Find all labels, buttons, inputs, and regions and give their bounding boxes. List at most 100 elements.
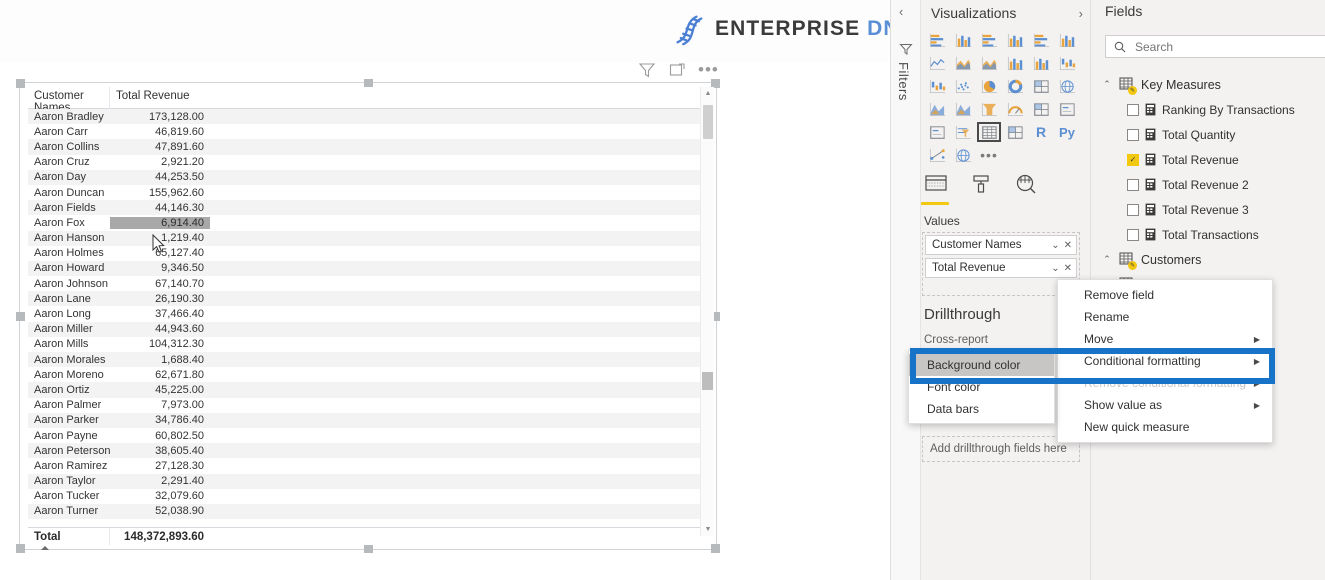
cell-customer-name[interactable]: Aaron Ramirez — [28, 460, 110, 472]
chevron-up-icon[interactable]: ⌃ — [1101, 79, 1113, 90]
cell-customer-name[interactable]: Aaron Miller — [28, 323, 110, 335]
cell-total-revenue[interactable]: 2,921.20 — [110, 156, 210, 168]
line-chart-icon[interactable] — [925, 53, 949, 73]
table-row[interactable]: Aaron Holmes 65,127.40 — [28, 246, 703, 261]
scrollbar-thumb[interactable] — [703, 105, 713, 139]
field-item-total-transactions[interactable]: Total Transactions — [1091, 222, 1325, 247]
remove-field-icon[interactable]: ✕ — [1064, 240, 1072, 251]
waterfall-chart-icon[interactable] — [925, 76, 949, 96]
100-stacked-column-chart-icon[interactable] — [1055, 30, 1079, 50]
submenu-item-font-color[interactable]: Font color — [909, 376, 1054, 398]
visualization-type-grid[interactable]: R Py ••• — [922, 30, 1080, 167]
cell-total-revenue[interactable]: 47,891.60 — [110, 141, 210, 153]
fields-tab[interactable] — [921, 174, 949, 205]
table-body[interactable]: Aaron Bradley 173,128.00 Aaron Carr 46,819.… — [28, 109, 703, 527]
stacked-column-chart-icon[interactable] — [951, 30, 975, 50]
cell-customer-name[interactable]: Aaron Taylor — [28, 475, 110, 487]
cell-total-revenue[interactable]: 62,671.80 — [110, 369, 210, 381]
value-field-chip[interactable]: Total Revenue ⌄ ✕ — [925, 258, 1077, 278]
table-row[interactable]: Aaron Ortiz 45,225.00 — [28, 382, 703, 398]
cell-customer-name[interactable]: Aaron Fox — [28, 217, 110, 229]
decomposition-tree-icon[interactable] — [925, 145, 949, 165]
filled-map-icon[interactable] — [925, 99, 949, 119]
treemap-icon[interactable] — [1029, 76, 1053, 96]
field-group-key-measures[interactable]: ⌃ ✎ Key Measures — [1091, 72, 1325, 97]
scroll-up-arrow-icon[interactable]: ▲ — [701, 87, 715, 100]
table-visual[interactable]: Customer Names Total Revenue Aaron Bradl… — [16, 79, 720, 553]
menu-item-rename[interactable]: Rename — [1058, 306, 1272, 328]
cell-total-revenue[interactable]: 65,127.40 — [110, 247, 210, 259]
cell-customer-name[interactable]: Aaron Hanson — [28, 232, 110, 244]
checkbox-icon[interactable] — [1127, 203, 1139, 216]
table-row[interactable]: Aaron Howard 9,346.50 — [28, 260, 703, 277]
resize-handle-top-left[interactable] — [16, 79, 25, 88]
gauge-chart-icon[interactable] — [1003, 99, 1027, 119]
table-row[interactable]: Aaron Taylor 2,291.40 — [28, 473, 703, 489]
table-row[interactable]: Aaron Peterson 38,605.40 — [28, 443, 703, 459]
cell-total-revenue[interactable]: 46,819.60 — [110, 126, 210, 138]
cell-customer-name[interactable]: Aaron Peterson — [28, 445, 110, 457]
funnel-chart-icon[interactable] — [977, 99, 1001, 119]
menu-item-remove-conditional-formatting[interactable]: Remove conditional formatting ▶ — [1058, 372, 1272, 394]
cell-customer-name[interactable]: Aaron Long — [28, 308, 110, 320]
checkbox-icon[interactable] — [1127, 103, 1139, 116]
cell-total-revenue[interactable]: 26,190.30 — [110, 293, 210, 305]
table-row[interactable]: Aaron Turner 52,038.90 — [28, 503, 703, 520]
cell-total-revenue[interactable]: 1,688.40 — [110, 354, 210, 366]
cell-total-revenue[interactable]: 34,786.40 — [110, 414, 210, 426]
menu-item-new-quick-measure[interactable]: New quick measure — [1058, 416, 1272, 438]
stacked-bar-chart-icon[interactable] — [925, 30, 949, 50]
globe-map-icon[interactable] — [951, 145, 975, 165]
table-row[interactable]: Aaron Carr 46,819.60 — [28, 124, 703, 139]
table-row[interactable]: Aaron Long 37,466.40 — [28, 306, 703, 321]
r-script-visual-icon[interactable]: R — [1029, 122, 1053, 142]
pie-chart-icon[interactable] — [977, 76, 1001, 96]
more-visuals-icon[interactable]: ••• — [977, 145, 1001, 165]
cell-total-revenue[interactable]: 60,802.50 — [110, 430, 210, 442]
table-vertical-scrollbar[interactable]: ▲ ▼ — [700, 87, 714, 536]
resize-handle-bottom-right[interactable] — [711, 544, 720, 553]
remove-field-icon[interactable]: ✕ — [1064, 263, 1072, 274]
search-input[interactable] — [1133, 38, 1303, 55]
clustered-column-chart-icon[interactable] — [1003, 30, 1027, 50]
table-row[interactable]: Aaron Hanson 1,219.40 — [28, 230, 703, 246]
table-row[interactable]: Aaron Johnson 67,140.70 — [28, 276, 703, 291]
cell-total-revenue[interactable]: 44,943.60 — [110, 323, 210, 335]
checkbox-checked-icon[interactable]: ✓ — [1127, 153, 1139, 166]
field-item-total-revenue-3[interactable]: Total Revenue 3 — [1091, 197, 1325, 222]
cell-customer-name[interactable]: Aaron Palmer — [28, 399, 110, 411]
checkbox-icon[interactable] — [1127, 228, 1139, 241]
cell-customer-name[interactable]: Aaron Lane — [28, 293, 110, 305]
table-row[interactable]: Aaron Collins 47,891.60 — [28, 139, 703, 155]
column-header-total-revenue[interactable]: Total Revenue — [110, 87, 210, 102]
cell-total-revenue[interactable]: 44,146.30 — [110, 202, 210, 214]
scrollbar-middle-marker[interactable] — [702, 372, 713, 390]
table-row[interactable]: Aaron Moreno 62,671.80 — [28, 367, 703, 382]
line-clustered-column-chart-icon[interactable] — [1029, 53, 1053, 73]
resize-handle-bottom-center[interactable] — [364, 544, 373, 553]
100-stacked-bar-chart-icon[interactable] — [1029, 30, 1053, 50]
table-row[interactable]: Aaron Payne 60,802.50 — [28, 428, 703, 443]
shape-map-icon[interactable] — [951, 99, 975, 119]
cell-customer-name[interactable]: Aaron Cruz — [28, 156, 110, 168]
cell-customer-name[interactable]: Aaron Moreno — [28, 369, 110, 381]
cell-total-revenue-highlighted[interactable]: 6,914.40 — [110, 216, 210, 229]
cell-total-revenue[interactable]: 27,128.30 — [110, 460, 210, 472]
ribbon-chart-icon[interactable] — [1055, 53, 1079, 73]
submenu-item-background-color[interactable]: Background color — [909, 354, 1054, 376]
cell-total-revenue[interactable]: 1,219.40 — [110, 232, 210, 244]
slicer-icon[interactable] — [951, 122, 975, 142]
table-row[interactable]: Aaron Duncan 155,962.60 — [28, 185, 703, 200]
filter-icon[interactable] — [638, 61, 656, 79]
cell-customer-name[interactable]: Aaron Holmes — [28, 247, 110, 259]
cell-total-revenue[interactable]: 45,225.00 — [110, 384, 210, 396]
card-icon[interactable] — [1055, 99, 1079, 119]
table-row[interactable]: Aaron Parker 34,786.40 — [28, 412, 703, 428]
menu-item-conditional-formatting[interactable]: Conditional formatting ▶ — [1058, 350, 1272, 372]
chevron-right-icon[interactable]: › — [1079, 6, 1083, 21]
field-group-customers[interactable]: ⌃ ✎ Customers — [1091, 247, 1325, 272]
stacked-area-chart-icon[interactable] — [977, 53, 1001, 73]
table-row[interactable]: Aaron Miller 44,943.60 — [28, 321, 703, 337]
cell-customer-name[interactable]: Aaron Day — [28, 171, 110, 183]
cell-total-revenue[interactable]: 9,346.50 — [110, 262, 210, 274]
